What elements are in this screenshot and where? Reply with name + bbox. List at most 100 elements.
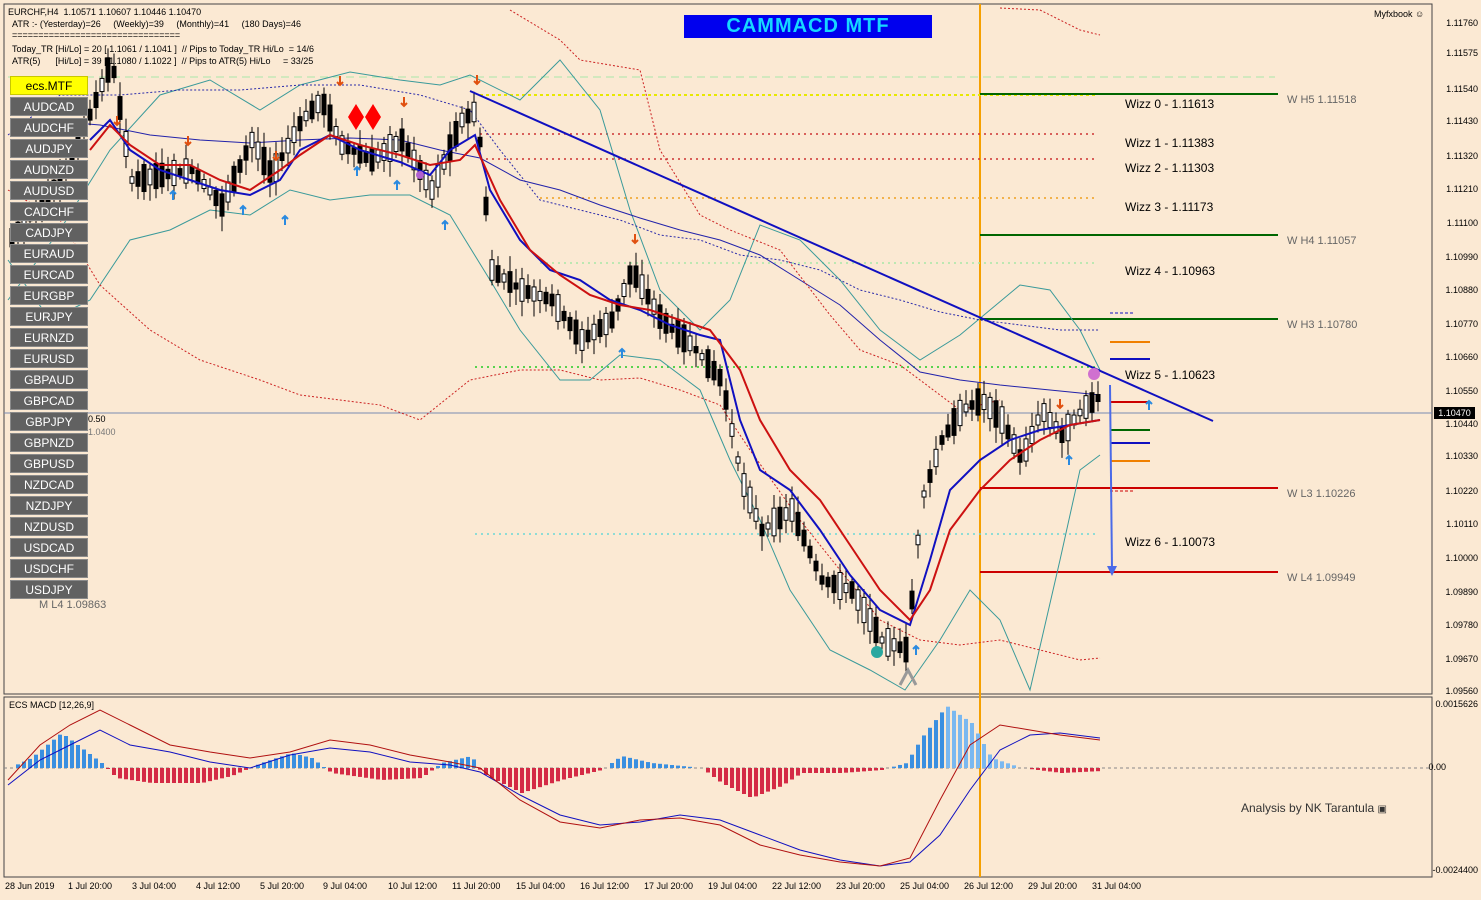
candle-body <box>1095 393 1101 403</box>
price-tick: 1.09670 <box>1445 654 1478 664</box>
pair-button-usdcad[interactable]: USDCAD <box>10 538 88 557</box>
candle-body <box>1041 403 1047 422</box>
macd-bar <box>442 762 446 768</box>
macd-bar <box>58 734 62 768</box>
price-tick: 1.11100 <box>1446 218 1478 228</box>
pair-button-eurcad[interactable]: EURCAD <box>10 265 88 284</box>
time-tick: 22 Jul 12:00 <box>772 881 822 891</box>
pair-button-eurusd[interactable]: EURUSD <box>10 349 88 368</box>
time-tick: 19 Jul 04:00 <box>708 881 758 891</box>
macd-bar <box>946 706 950 768</box>
pair-button-nzdcad[interactable]: NZDCAD <box>10 475 88 494</box>
macd-bar <box>748 768 752 797</box>
candle-body <box>555 294 561 322</box>
pair-button-cadjpy[interactable]: CADJPY <box>10 223 88 242</box>
pair-button-gbpcad[interactable]: GBPCAD <box>10 391 88 410</box>
candle-body <box>453 120 459 148</box>
macd-bar <box>676 765 680 768</box>
candle-body <box>969 400 975 410</box>
price-tick: 1.10440 <box>1445 419 1478 429</box>
candle-body <box>987 396 993 420</box>
pair-button-gbpusd[interactable]: GBPUSD <box>10 454 88 473</box>
macd-bar <box>808 768 812 773</box>
pair-button-usdchf[interactable]: USDCHF <box>10 559 88 578</box>
macd-bar <box>82 749 86 768</box>
candle-body <box>699 353 705 361</box>
macd-bar <box>328 768 332 772</box>
candle-body <box>249 131 255 149</box>
macd-bar <box>610 763 614 768</box>
macd-bar <box>724 768 728 785</box>
candle-body <box>963 403 969 413</box>
macd-bar <box>592 768 596 772</box>
macd-bar <box>664 764 668 768</box>
chart-window: EURCHF,H4 1.10571 1.10607 1.10446 1.1047… <box>0 0 1481 900</box>
pair-button-gbpnzd[interactable]: GBPNZD <box>10 433 88 452</box>
candle-body <box>915 534 921 546</box>
macd-bar <box>1000 761 1004 768</box>
pair-button-audusd[interactable]: AUDUSD <box>10 181 88 200</box>
pair-button-euraud[interactable]: EURAUD <box>10 244 88 263</box>
candle-body <box>945 424 951 438</box>
price-tick: 1.10220 <box>1445 486 1478 496</box>
pair-button-audnzd[interactable]: AUDNZD <box>10 160 88 179</box>
pair-button-usdjpy[interactable]: USDJPY <box>10 580 88 599</box>
macd-bar <box>688 766 692 768</box>
pair-button-nzdusd[interactable]: NZDUSD <box>10 517 88 536</box>
macd-bar <box>736 768 740 791</box>
symbol-line: EURCHF,H4 1.10571 1.10607 1.10446 1.1047… <box>8 7 202 17</box>
macd-bar <box>790 768 794 780</box>
pair-button-cadchf[interactable]: CADCHF <box>10 202 88 221</box>
price-tick: 1.10770 <box>1445 319 1478 329</box>
pair-button-eurgbp[interactable]: EURGBP <box>10 286 88 305</box>
macd-bar <box>1036 768 1040 770</box>
macd-bar <box>334 768 338 774</box>
candle-body <box>579 329 585 351</box>
candle-body <box>267 160 273 183</box>
time-tick: 3 Jul 04:00 <box>132 881 177 891</box>
pair-button-eurjpy[interactable]: EURJPY <box>10 307 88 326</box>
candle-body <box>735 456 741 464</box>
macd-bar <box>508 768 512 787</box>
macd-bar <box>556 768 560 782</box>
macd-histogram <box>16 706 1100 797</box>
candle-body <box>747 486 753 514</box>
candle-body <box>939 435 945 445</box>
macd-bar <box>226 768 230 777</box>
candle-body <box>1089 392 1095 413</box>
candle-body <box>87 108 93 121</box>
candle-body <box>483 196 489 216</box>
candle-body <box>723 390 729 410</box>
time-tick: 29 Jul 20:00 <box>1028 881 1078 891</box>
candle-body <box>981 393 987 411</box>
candle-body <box>243 145 249 161</box>
pair-button-audcad[interactable]: AUDCAD <box>10 97 88 116</box>
price-tick: 1.11320 <box>1446 151 1478 161</box>
pair-button-nzdjpy[interactable]: NZDJPY <box>10 496 88 515</box>
macd-bar <box>754 768 758 797</box>
macd-bar <box>124 768 128 780</box>
candle-body <box>99 77 105 93</box>
pair-button-active[interactable]: ecs.MTF <box>10 76 88 95</box>
pair-button-gbpaud[interactable]: GBPAUD <box>10 370 88 389</box>
candle-body <box>951 408 957 436</box>
price-tick: 1.10110 <box>1446 519 1478 529</box>
macd-bar <box>310 758 314 768</box>
pair-button-audjpy[interactable]: AUDJPY <box>10 139 88 158</box>
macd-bar <box>706 768 710 773</box>
brand-label: Myfxbook ☺ <box>1374 9 1425 19</box>
macd-bar <box>364 768 368 778</box>
price-chart[interactable] <box>0 0 1481 900</box>
pair-button-eurnzd[interactable]: EURNZD <box>10 328 88 347</box>
candle-body <box>459 112 465 128</box>
candle-body <box>909 590 915 610</box>
candle-body <box>927 469 933 483</box>
candle-body <box>147 168 153 186</box>
candle-body <box>525 285 531 299</box>
pair-button-gbpjpy[interactable]: GBPJPY <box>10 412 88 431</box>
pair-button-audchf[interactable]: AUDCHF <box>10 118 88 137</box>
macd-bar <box>760 768 764 794</box>
macd-bar <box>850 768 854 773</box>
price-tick: 1.11430 <box>1446 116 1478 126</box>
macd-bar <box>232 768 236 776</box>
